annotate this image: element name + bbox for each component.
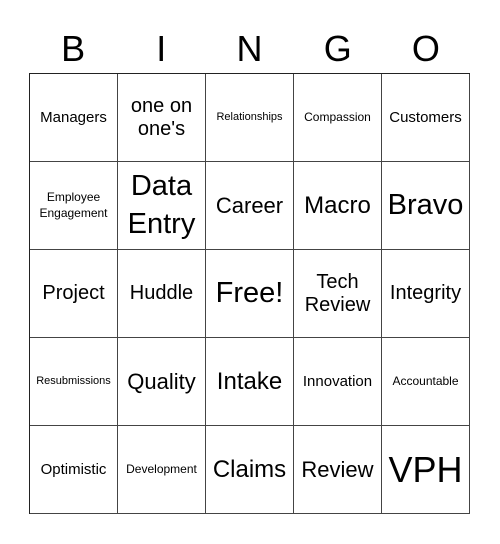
bingo-cell[interactable]: Customers bbox=[382, 74, 470, 162]
bingo-cell[interactable]: Compassion bbox=[294, 74, 382, 162]
header-letter-o: O bbox=[411, 28, 440, 69]
bingo-cell[interactable]: Macro bbox=[294, 162, 382, 250]
bingo-cell[interactable]: Review bbox=[294, 426, 382, 514]
bingo-cell[interactable]: Accountable bbox=[382, 338, 470, 426]
header-letter-n: N bbox=[236, 28, 263, 69]
bingo-cell[interactable]: Career bbox=[206, 162, 294, 250]
bingo-cell[interactable]: Resubmissions bbox=[30, 338, 118, 426]
bingo-cell[interactable]: VPH bbox=[382, 426, 470, 514]
bingo-cell[interactable]: Optimistic bbox=[30, 426, 118, 514]
bingo-cell[interactable]: Innovation bbox=[294, 338, 382, 426]
bingo-cell[interactable]: Development bbox=[118, 426, 206, 514]
bingo-cell[interactable]: Tech Review bbox=[294, 250, 382, 338]
bingo-cell[interactable]: Managers bbox=[30, 74, 118, 162]
free-space-cell[interactable]: Free! bbox=[206, 250, 294, 338]
bingo-cell[interactable]: Quality bbox=[118, 338, 206, 426]
bingo-cell[interactable]: Data Entry bbox=[118, 162, 206, 250]
bingo-cell[interactable]: Intake bbox=[206, 338, 294, 426]
bingo-cell[interactable]: Huddle bbox=[118, 250, 206, 338]
header-letter-g: G bbox=[323, 28, 352, 69]
bingo-cell[interactable]: Relationships bbox=[206, 74, 294, 162]
bingo-cell[interactable]: one on one's bbox=[118, 74, 206, 162]
bingo-header: B I N G O bbox=[29, 26, 470, 72]
bingo-cell[interactable]: Employee Engagement bbox=[30, 162, 118, 250]
header-letter-i: I bbox=[156, 28, 167, 69]
bingo-cell[interactable]: Claims bbox=[206, 426, 294, 514]
bingo-grid: Managers one on one's Relationships Comp… bbox=[29, 73, 470, 514]
bingo-cell[interactable]: Bravo bbox=[382, 162, 470, 250]
bingo-cell[interactable]: Integrity bbox=[382, 250, 470, 338]
bingo-cell[interactable]: Project bbox=[30, 250, 118, 338]
header-letter-b: B bbox=[61, 28, 86, 69]
